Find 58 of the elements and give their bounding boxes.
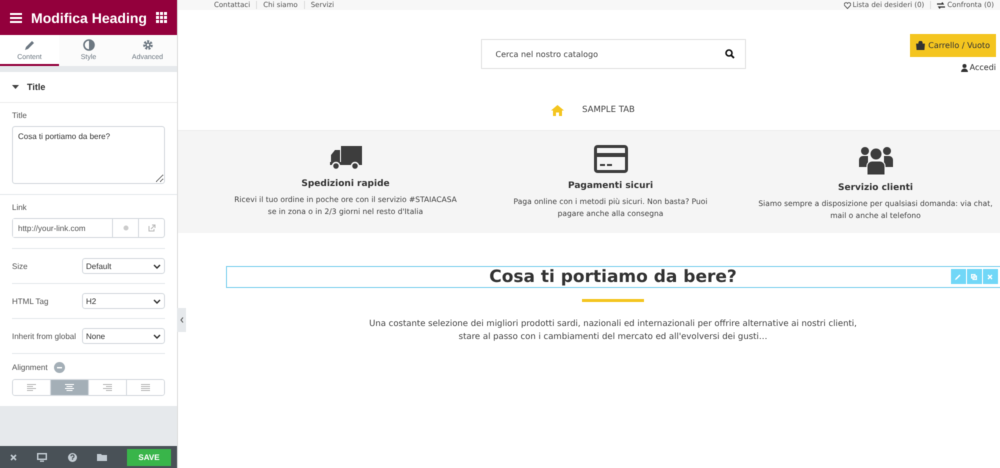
settings-icon — [142, 38, 154, 50]
credit-card-icon — [594, 145, 628, 173]
heading-underline — [582, 299, 644, 302]
users-icon — [858, 145, 892, 175]
collapse-handle[interactable] — [177, 308, 186, 332]
align-justify-icon — [141, 384, 150, 391]
home-icon[interactable] — [551, 104, 564, 116]
chevron-down-icon — [153, 298, 161, 304]
monitor-icon[interactable] — [37, 452, 48, 462]
close-icon[interactable] — [10, 454, 17, 460]
link-input-group[interactable]: http://your-link.com — [12, 218, 165, 238]
chevron-left-icon — [180, 317, 184, 323]
duplicate-icon[interactable] — [966, 269, 982, 284]
intro-paragraph: Una costante selezione dei migliori prodotti sardi, nazionali ed internazionali per offrire alternative ai nostri clienti, stare al passo con i cambiamenti del mercato ed all'evolversi dei gusti… — [369, 318, 857, 344]
heart-icon — [844, 2, 851, 8]
field-label: Alignment — [12, 363, 48, 372]
pencil-icon — [24, 38, 36, 50]
responsive-icon[interactable] — [54, 362, 65, 373]
search-icon[interactable] — [724, 49, 734, 59]
caret-icon — [12, 84, 19, 90]
user-icon — [960, 64, 968, 72]
arrows-icon — [937, 2, 946, 8]
select-field[interactable]: Default — [82, 258, 165, 274]
folder-icon[interactable] — [96, 453, 107, 461]
section-heading: Cosa ti portiamo da bere? — [489, 267, 737, 287]
feature-title: Pagamenti sicuri — [568, 181, 654, 191]
half-circle-icon — [82, 38, 94, 50]
external-link-icon[interactable] — [148, 224, 156, 232]
cart-button[interactable]: Carrello / Vuoto — [910, 34, 996, 57]
truck-icon — [330, 145, 362, 171]
bag-icon — [916, 41, 926, 50]
help-icon[interactable] — [68, 452, 76, 462]
feature-title: Spedizioni rapide — [301, 179, 390, 189]
align-left-icon — [27, 384, 36, 391]
field-label: Link — [12, 203, 28, 212]
select-field[interactable]: H2 — [82, 293, 165, 309]
edit-icon[interactable] — [950, 269, 966, 284]
section-header[interactable]: Title — [0, 72, 177, 103]
chevron-down-icon — [153, 264, 161, 268]
select-field[interactable]: None — [82, 328, 165, 344]
alignment-button[interactable] — [50, 380, 88, 395]
menu-icon[interactable] — [10, 12, 22, 22]
field-label: Title — [12, 111, 28, 120]
title-textarea[interactable]: Cosa ti portiamo da bere? — [12, 126, 165, 184]
login-link[interactable]: Accedi — [960, 63, 996, 72]
field-label: Size — [12, 262, 28, 270]
align-right-icon — [103, 384, 112, 391]
field-label: HTML Tag — [12, 296, 48, 306]
alignment-button[interactable] — [126, 380, 164, 395]
grid-icon[interactable] — [156, 12, 167, 23]
align-center-icon — [65, 384, 74, 391]
nav-tab[interactable]: SAMPLE TAB — [582, 105, 635, 115]
feature-title: Servizio clienti — [838, 183, 914, 193]
panel-title: Modifica Heading — [31, 10, 147, 26]
chevron-down-icon — [153, 334, 161, 338]
field-label: Inherit from global — [12, 332, 76, 340]
search-bar[interactable]: Cerca nel nostro catalogo — [480, 39, 746, 69]
selected-widget-outline[interactable]: Cosa ti portiamo da bere? — [226, 266, 1000, 288]
